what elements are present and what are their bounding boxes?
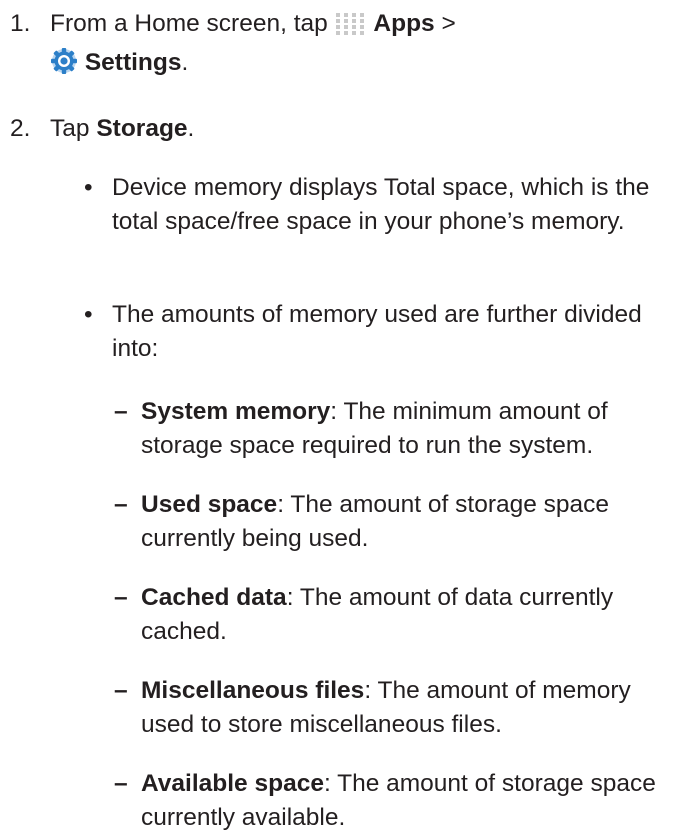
dash-glyph: – [114,491,128,518]
step-text: Tap Storage. [50,115,195,142]
term: Miscellaneous files [141,677,365,704]
instruction-page: 1. From a Home screen, tap Apps > Settin… [0,0,683,831]
dash-glyph: – [114,677,128,704]
bullet-text: The amounts of memory used are further d… [112,301,642,362]
step-text: From a Home screen, tap Apps > Settings. [50,7,675,85]
bullet-item: • Device memory displays Total space, wh… [84,171,674,239]
sub-item-cached-data: – Cached data: The amount of data curren… [114,581,679,649]
step-1: 1. From a Home screen, tap Apps > Settin… [10,7,675,85]
term: Used space [141,491,278,518]
step-number: 1. [10,10,31,37]
apps-label: Apps [373,10,435,37]
sub-item-used-space: – Used space: The amount of storage spac… [114,488,679,556]
step-number: 2. [10,115,31,142]
step-2: 2. Tap Storage. [10,112,675,146]
term: Cached data [141,584,287,611]
bullet-glyph: • [84,174,93,201]
term: Available space [141,770,324,797]
settings-gear-icon [50,47,78,85]
sub-item-miscellaneous-files: – Miscellaneous files: The amount of mem… [114,674,679,742]
dash-glyph: – [114,584,128,611]
dash-glyph: – [114,770,128,797]
term: System memory [141,398,331,425]
dash-glyph: – [114,398,128,425]
sub-item-system-memory: – System memory: The minimum amount of s… [114,395,679,463]
menu-separator: > [441,10,456,37]
bullet-item: • The amounts of memory used are further… [84,298,674,366]
storage-label: Storage [96,115,188,142]
bullet-glyph: • [84,301,93,328]
apps-grid-icon [335,12,367,46]
sub-item-available-space: – Available space: The amount of storage… [114,767,679,835]
bullet-text: Device memory displays Total space, whic… [112,174,650,235]
settings-label: Settings [84,49,182,76]
